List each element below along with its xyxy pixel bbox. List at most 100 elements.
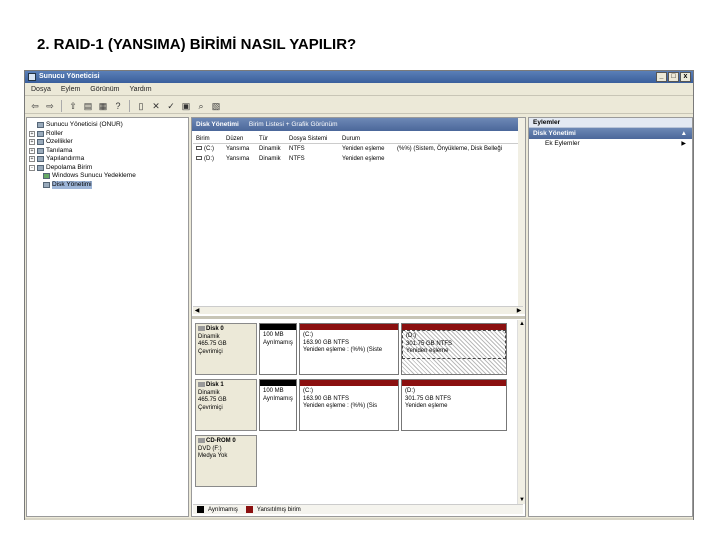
column-header[interactable]: Düzen — [223, 134, 256, 143]
tree-item-roles[interactable]: + Roller — [29, 130, 186, 139]
menu-view[interactable]: Görünüm — [90, 84, 119, 95]
scroll-right-icon[interactable]: ▶ — [515, 307, 523, 315]
tree-item-label: Depolama Birim — [46, 163, 93, 171]
disk-management-icon — [43, 181, 50, 188]
table-row[interactable]: (C:) Yansıma Dinamik NTFS Yeniden eşleme… — [193, 144, 519, 154]
horizontal-scrollbar[interactable]: ◀ ▶ — [193, 306, 523, 314]
table-cell: Yansıma — [226, 146, 250, 152]
scroll-left-icon[interactable]: ◀ — [193, 307, 201, 315]
show-tree-icon[interactable]: ▤ — [82, 100, 94, 112]
table-row[interactable]: (D:) Yansıma Dinamik NTFS Yeniden eşleme — [193, 154, 519, 164]
back-arrow-icon[interactable]: ⇦ — [29, 100, 41, 112]
partition-size: 301.75 GB NTFS — [405, 395, 452, 402]
partition-text: (C:) 163.90 GB NTFS Yeniden eşleme : (%%… — [300, 386, 398, 413]
tree-item-disk-management[interactable]: Disk Yönetimi — [29, 180, 186, 189]
column-header[interactable]: Durum — [339, 134, 394, 143]
partition-d[interactable]: (D:) 301.75 GB NTFS Yeniden eşleme — [401, 323, 507, 375]
volume-list-vertical-scrollbar[interactable] — [518, 118, 525, 314]
disk-row: CD-ROM 0 DVD (F:) Medya Yok — [195, 435, 517, 487]
column-header[interactable]: Birim — [193, 134, 223, 143]
disk-management-pane: Disk Yönetimi Birim Listesi + Grafik Gör… — [191, 117, 526, 517]
partition-unallocated[interactable]: 100 MB Ayrılmamış — [259, 379, 297, 431]
menu-file[interactable]: Dosya — [31, 84, 51, 95]
partition-c[interactable]: (C:) 163.90 GB NTFS Yeniden eşleme : (%%… — [299, 379, 399, 431]
menu-action[interactable]: Eylem — [61, 84, 80, 95]
column-header[interactable] — [394, 134, 519, 143]
table-cell: Dinamik — [259, 156, 281, 162]
tree-item-diagnostics[interactable]: + Tanılama — [29, 147, 186, 156]
hard-disk-icon — [198, 326, 205, 331]
configuration-icon — [37, 156, 44, 163]
submenu-arrow-icon: ▶ — [681, 141, 686, 147]
maximize-button[interactable]: □ — [668, 72, 679, 82]
column-header[interactable]: Dosya Sistemi — [286, 134, 339, 143]
tree-item-label: Roller — [46, 129, 63, 137]
close-button[interactable]: x — [680, 72, 691, 82]
volume-list: Birim Düzen Tür Dosya Sistemi Durum (C:)… — [193, 134, 519, 306]
partition-c[interactable]: (C:) 163.90 GB NTFS Yeniden eşleme : (%%… — [299, 323, 399, 375]
help-topics-icon[interactable]: ▯ — [135, 100, 147, 112]
settings-icon[interactable]: ▧ — [210, 100, 222, 112]
table-cell: NTFS — [289, 146, 305, 152]
delete-icon[interactable]: ✕ — [150, 100, 162, 112]
expand-icon[interactable]: + — [29, 147, 35, 154]
pane-subtitle: Birim Listesi + Grafik Görünüm — [248, 121, 338, 128]
pane-header: Disk Yönetimi Birim Listesi + Grafik Gör… — [192, 118, 525, 131]
column-header[interactable]: Tür — [256, 134, 286, 143]
disk-info[interactable]: Disk 0 Dinamik 465.75 GB Çevrimiçi — [195, 323, 257, 375]
features-icon — [37, 139, 44, 146]
actions-pane: Eylemler Disk Yönetimi ▲ Ek Eylemler ▶ — [528, 117, 693, 517]
minimize-button[interactable]: _ — [656, 72, 667, 82]
collapse-icon[interactable]: - — [29, 164, 35, 171]
tree-item[interactable]: Sunucu Yöneticisi (ONUR) — [29, 121, 186, 130]
partition-status: Yeniden eşleme : (%%) (Sis — [303, 403, 378, 409]
menu-help[interactable]: Yardım — [129, 84, 151, 95]
search-icon[interactable]: ⌕ — [195, 100, 207, 112]
partition-status: Ayrılmamış — [263, 395, 293, 402]
partition-text: (D:) 301.75 GB NTFS Yeniden eşleme — [402, 386, 506, 413]
expand-icon[interactable]: + — [29, 139, 35, 146]
disk-info[interactable]: CD-ROM 0 DVD (F:) Medya Yok — [195, 435, 257, 487]
volume-icon — [196, 156, 202, 161]
backup-icon — [43, 173, 50, 180]
check-icon[interactable]: ✓ — [165, 100, 177, 112]
partition-size: 100 MB — [263, 332, 284, 338]
pane-splitter[interactable] — [192, 316, 525, 319]
help-icon[interactable]: ? — [112, 100, 124, 112]
disk-icon[interactable]: ▣ — [180, 100, 192, 112]
collapse-caret-icon[interactable]: ▲ — [681, 128, 687, 139]
scroll-down-icon[interactable]: ▼ — [518, 496, 526, 504]
table-cell: Yansıma — [226, 156, 250, 162]
toolbar-separator — [61, 99, 62, 112]
window-titlebar[interactable]: Sunucu Yöneticisi _ □ x — [25, 71, 693, 83]
expand-icon[interactable]: + — [29, 130, 35, 137]
partition-size: 301.75 GB NTFS — [406, 340, 453, 347]
tree-item-windows-backup[interactable]: Windows Sunucu Yedekleme — [29, 172, 186, 181]
partition-status: Yeniden eşleme : (%%) (Siste — [303, 347, 383, 353]
disk-type: Dinamik — [198, 389, 220, 396]
partition-drive: (C:) — [303, 388, 313, 394]
table-cell: Yeniden eşleme — [342, 146, 385, 152]
tree-item-configuration[interactable]: + Yapılandırma — [29, 155, 186, 164]
tree-item-storage[interactable]: - Depolama Birim — [29, 164, 186, 173]
disk-name: CD-ROM 0 — [206, 438, 236, 445]
up-folder-icon[interactable]: ⇧ — [67, 100, 79, 112]
window-controls: _ □ x — [656, 72, 691, 82]
partition-unallocated[interactable]: 100 MB Ayrılmamış — [259, 323, 297, 375]
disk-info[interactable]: Disk 1 Dinamik 465.75 GB Çevrimiçi — [195, 379, 257, 431]
navigation-tree: Sunucu Yöneticisi (ONUR) + Roller + Özel… — [26, 117, 189, 517]
tree-item-features[interactable]: + Özellikler — [29, 138, 186, 147]
disk-graphic-vertical-scrollbar[interactable]: ▲ ▼ — [517, 320, 525, 504]
scroll-up-icon[interactable]: ▲ — [518, 320, 526, 328]
forward-arrow-icon[interactable]: ⇨ — [44, 100, 56, 112]
partition-size: 100 MB — [263, 388, 284, 394]
legend-label: Ayrılmamış — [208, 506, 238, 513]
properties-icon[interactable]: ▦ — [97, 100, 109, 112]
volume-list-header: Birim Düzen Tür Dosya Sistemi Durum — [193, 134, 519, 144]
partition-d[interactable]: (D:) 301.75 GB NTFS Yeniden eşleme — [401, 379, 507, 431]
expand-icon[interactable]: + — [29, 156, 35, 163]
more-actions-item[interactable]: Ek Eylemler ▶ — [529, 139, 692, 149]
actions-section-disk-management[interactable]: Disk Yönetimi ▲ — [529, 128, 692, 139]
partition-drive: (D:) — [405, 388, 415, 394]
legend-label: Yansıtılmış birim — [256, 506, 301, 513]
